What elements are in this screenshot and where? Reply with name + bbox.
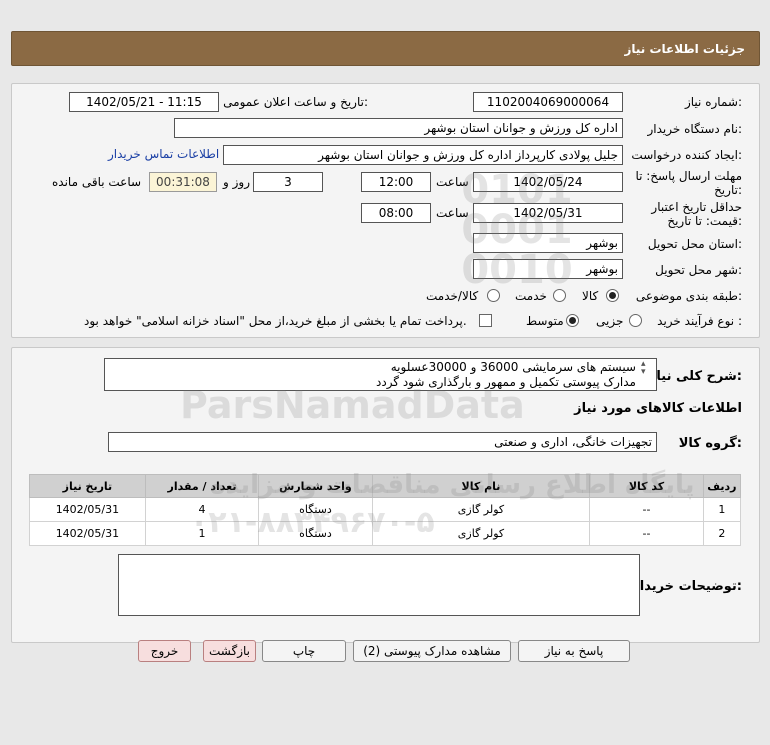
buyer-notes-textarea[interactable] bbox=[118, 554, 640, 616]
validity-time-label: ساعت bbox=[436, 206, 469, 220]
cell-qty: 4 bbox=[144, 497, 260, 522]
cell-code: -- bbox=[589, 497, 704, 522]
goods-table-header: ردیف کد کالا نام کالا واحد شمارش تعداد /… bbox=[29, 474, 742, 498]
category-radio-goods[interactable] bbox=[606, 289, 619, 302]
goods-group-field[interactable]: تجهیزات خانگی، اداری و صنعتی bbox=[108, 432, 657, 452]
description-label: شرح کلی نیاز: bbox=[648, 369, 742, 384]
cell-date: 1402/05/31 bbox=[29, 497, 146, 522]
city-field[interactable]: بوشهر bbox=[473, 259, 623, 279]
process-radio-minor[interactable] bbox=[629, 314, 642, 327]
cell-code: -- bbox=[589, 521, 704, 546]
process-option-minor: جزیی bbox=[596, 314, 624, 328]
days-field[interactable]: 3 bbox=[253, 172, 323, 192]
print-button[interactable]: چاپ bbox=[262, 640, 346, 662]
reply-button[interactable]: پاسخ به نیاز bbox=[518, 640, 630, 662]
buyer-notes-label: توضیحات خریدار: bbox=[632, 579, 742, 594]
requester-field[interactable]: جلیل پولادی کارپرداز اداره کل ورزش و جوا… bbox=[223, 145, 623, 165]
need-number-field[interactable]: 1102004069000064 bbox=[473, 92, 623, 112]
col-row: ردیف bbox=[702, 474, 742, 498]
deadline-date-field[interactable]: 1402/05/24 bbox=[473, 172, 623, 192]
need-number-label: شماره نیاز: bbox=[684, 95, 742, 109]
requester-label: ایجاد کننده درخواست: bbox=[631, 148, 742, 162]
process-label: نوع فرآیند خرید : bbox=[657, 314, 742, 328]
col-name: نام کالا bbox=[371, 474, 591, 498]
page-title: جزئیات اطلاعات نیاز bbox=[624, 42, 745, 56]
validity-date-field[interactable]: 1402/05/31 bbox=[473, 203, 623, 223]
cell-date: 1402/05/31 bbox=[29, 521, 146, 546]
remaining-timer: 00:31:08 bbox=[149, 172, 217, 192]
category-radio-both[interactable] bbox=[487, 289, 500, 302]
deadline-label-2: تاریخ: bbox=[714, 183, 742, 197]
category-option-service: خدمت bbox=[515, 289, 547, 303]
contact-buyer-link[interactable]: اطلاعات تماس خریدار bbox=[108, 147, 219, 162]
description-textarea[interactable]: سیستم های سرمایشی 36000 و 30000عسلویه مد… bbox=[104, 358, 657, 391]
cell-unit: دستگاه bbox=[258, 497, 373, 522]
province-label: استان محل تحویل: bbox=[647, 237, 742, 251]
cell-row: 1 bbox=[702, 497, 742, 522]
goods-group-label: گروه کالا: bbox=[678, 436, 742, 451]
deadline-time-label: ساعت bbox=[436, 175, 469, 189]
table-row[interactable]: 2 -- کولر گازی دستگاه 1 1402/05/31 bbox=[29, 521, 742, 546]
description-line-2: مدارک پیوستی تکمیل و ممهور و بارگذاری شو… bbox=[376, 375, 636, 389]
col-code: کد کالا bbox=[589, 474, 704, 498]
category-label: طبقه بندی موضوعی: bbox=[635, 289, 742, 303]
buyer-org-label: نام دستگاه خریدار: bbox=[647, 122, 743, 136]
exit-button[interactable]: خروج bbox=[138, 640, 191, 662]
treasury-note: پرداخت تمام یا بخشی از مبلغ خرید،از محل … bbox=[84, 314, 467, 328]
city-label: شهر محل تحویل: bbox=[655, 263, 742, 277]
validity-label-1: حداقل تاریخ اعتبار bbox=[651, 200, 742, 214]
days-label: روز و bbox=[223, 175, 250, 189]
cell-name: کولر گازی bbox=[371, 521, 591, 546]
attachments-button[interactable]: مشاهده مدارک پیوستی (2) bbox=[353, 640, 511, 662]
category-option-goods: کالا bbox=[582, 289, 599, 303]
validity-time-field[interactable]: 08:00 bbox=[361, 203, 431, 223]
process-option-medium: متوسط bbox=[526, 314, 564, 328]
deadline-label-1: مهلت ارسال پاسخ: تا bbox=[635, 169, 742, 183]
back-button[interactable]: بازگشت bbox=[203, 640, 256, 662]
cell-row: 2 bbox=[702, 521, 742, 546]
cell-name: کولر گازی bbox=[371, 497, 591, 522]
page-header: جزئیات اطلاعات نیاز bbox=[11, 31, 760, 66]
col-date: تاریخ نیاز bbox=[29, 474, 146, 498]
deadline-time-field[interactable]: 12:00 bbox=[361, 172, 431, 192]
province-field[interactable]: بوشهر bbox=[473, 233, 623, 253]
goods-table: ردیف کد کالا نام کالا واحد شمارش تعداد /… bbox=[29, 474, 742, 546]
textarea-resize-icon[interactable]: ▴ ▾ bbox=[641, 360, 646, 377]
description-line-1: سیستم های سرمایشی 36000 و 30000عسلویه bbox=[390, 360, 636, 374]
buyer-org-field[interactable]: اداره کل ورزش و جوانان استان بوشهر bbox=[174, 118, 623, 138]
col-unit: واحد شمارش bbox=[258, 474, 373, 498]
process-radio-medium[interactable] bbox=[566, 314, 579, 327]
validity-label-2: قیمت: تا تاریخ: bbox=[667, 214, 742, 228]
announce-label: تاریخ و ساعت اعلان عمومی: bbox=[223, 95, 368, 109]
cell-unit: دستگاه bbox=[258, 521, 373, 546]
category-option-both: کالا/خدمت bbox=[426, 289, 479, 303]
col-qty: تعداد / مقدار bbox=[144, 474, 260, 498]
category-radio-service[interactable] bbox=[553, 289, 566, 302]
goods-section-title: اطلاعات کالاهای مورد نیاز bbox=[574, 401, 742, 416]
cell-qty: 1 bbox=[144, 521, 260, 546]
treasury-checkbox[interactable] bbox=[479, 314, 492, 327]
table-row[interactable]: 1 -- کولر گازی دستگاه 4 1402/05/31 bbox=[29, 497, 742, 522]
announce-field[interactable]: 1402/05/21 - 11:15 bbox=[69, 92, 219, 112]
remaining-label: ساعت باقی مانده bbox=[52, 175, 142, 189]
